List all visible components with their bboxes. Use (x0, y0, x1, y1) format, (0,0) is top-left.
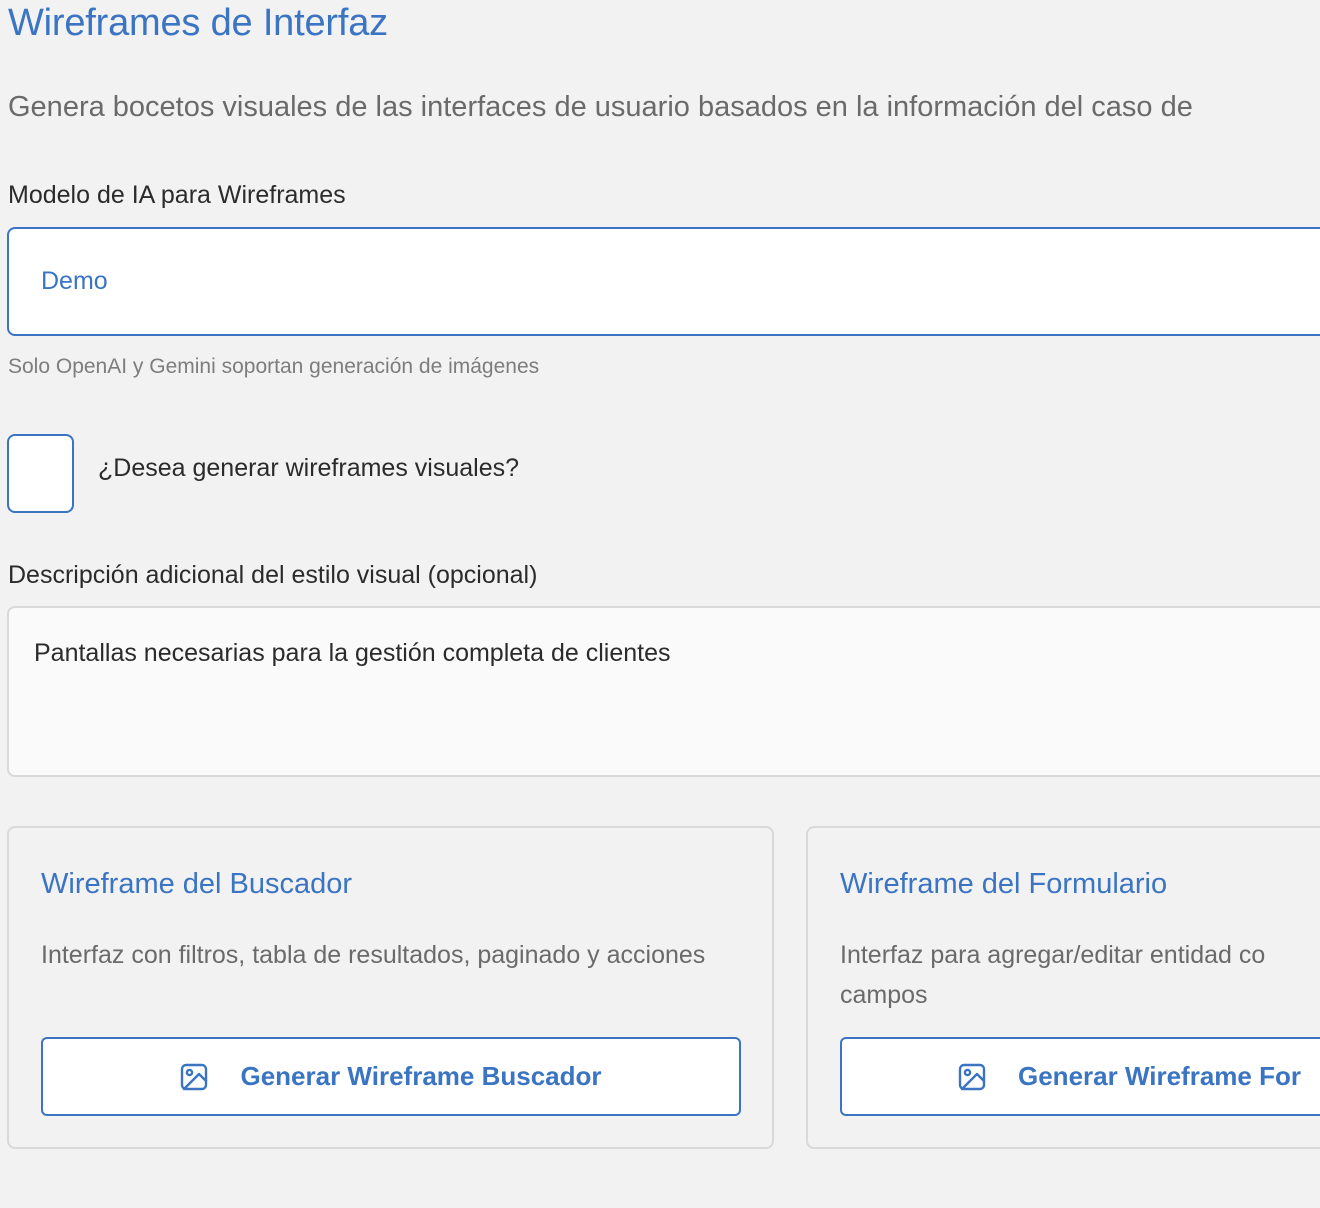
model-field-label: Modelo de IA para Wireframes (8, 181, 346, 209)
image-icon (180, 1063, 208, 1091)
card-description: Interfaz con filtros, tabla de resultado… (41, 941, 706, 969)
card-description-line: Interfaz para agregar/editar entidad co (840, 941, 1266, 969)
model-select[interactable]: Demo (7, 227, 1320, 336)
page-title: Wireframes de Interfaz (8, 2, 388, 44)
wireframes-page: Wireframes de Interfaz Genera bocetos vi… (0, 0, 1320, 1208)
card-title: Wireframe del Formulario (840, 868, 1168, 900)
card-description: Interfaz para agregar/editar entidad co … (840, 935, 1320, 1015)
button-label: Generar Wireframe For (1018, 1061, 1301, 1091)
style-field-label: Descripción adicional del estilo visual … (8, 561, 538, 589)
generate-formulario-button[interactable]: Generar Wireframe For (840, 1037, 1320, 1116)
generate-visual-checkbox[interactable] (7, 434, 74, 513)
card-title: Wireframe del Buscador (41, 868, 353, 900)
model-helper-text: Solo OpenAI y Gemini soportan generación… (8, 355, 540, 378)
image-icon (958, 1063, 986, 1091)
button-label: Generar Wireframe Buscador (240, 1061, 602, 1091)
style-description-value: Pantallas necesarias para la gestión com… (34, 639, 671, 667)
style-description-textarea[interactable]: Pantallas necesarias para la gestión com… (7, 606, 1320, 777)
card-description-line: campos (840, 981, 928, 1009)
model-select-value: Demo (41, 267, 108, 295)
wireframe-card-formulario: Wireframe del Formulario Interfaz para a… (806, 826, 1320, 1149)
generate-buscador-button[interactable]: Generar Wireframe Buscador (41, 1037, 741, 1116)
wireframe-card-buscador: Wireframe del Buscador Interfaz con filt… (7, 826, 774, 1149)
generate-visual-checkbox-label[interactable]: ¿Desea generar wireframes visuales? (98, 454, 519, 483)
page-description: Genera bocetos visuales de las interface… (8, 91, 1193, 123)
